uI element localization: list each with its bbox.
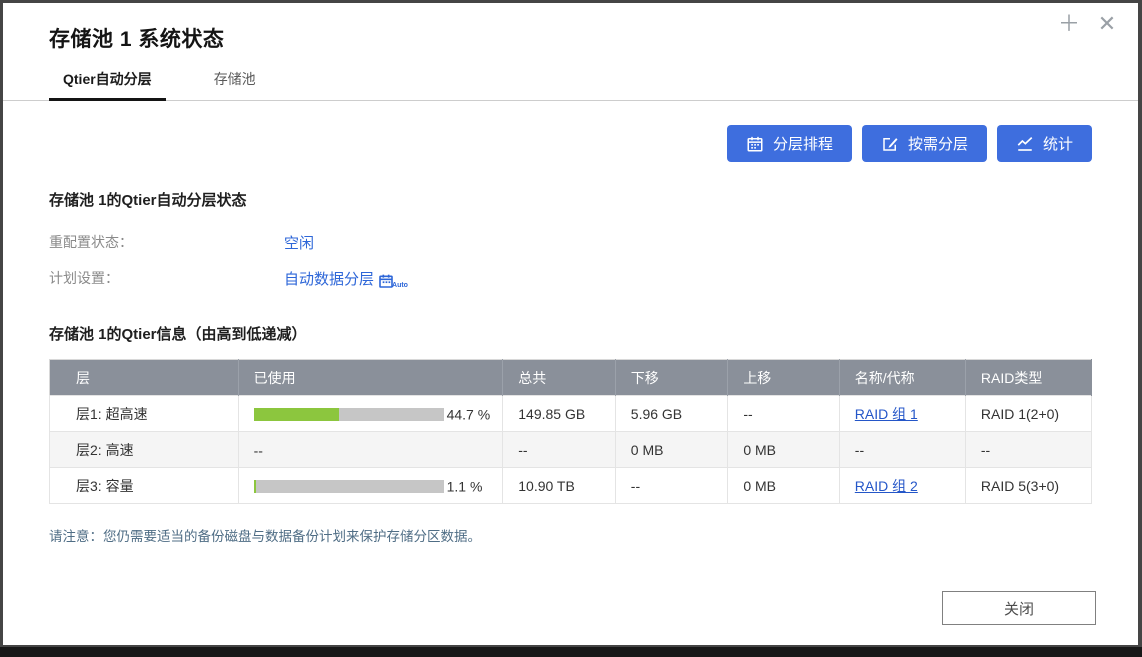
move-up-cell: 0 MB <box>728 432 839 468</box>
col-header-tier: 层 <box>50 360 239 396</box>
col-header-used: 已使用 <box>238 360 503 396</box>
tier-cell: 层2: 高速 <box>50 432 239 468</box>
raid-group-link: -- <box>855 442 864 458</box>
reconfig-status-value: 空闲 <box>284 232 314 253</box>
move-down-cell: 0 MB <box>615 432 728 468</box>
usage-progress-bar <box>254 480 444 493</box>
move-up-cell: -- <box>728 396 839 432</box>
usage-percent-label: 44.7 % <box>447 406 491 422</box>
raid-group-link[interactable]: RAID 组 1 <box>855 406 918 422</box>
col-header-name-alias: 名称/代称 <box>839 360 965 396</box>
window-controls: ＋ ✕ <box>1056 11 1120 37</box>
close-button[interactable]: 关闭 <box>942 591 1096 625</box>
line-chart-icon <box>1016 135 1034 153</box>
col-header-move-down: 下移 <box>615 360 728 396</box>
name-cell: -- <box>839 432 965 468</box>
plan-settings-value[interactable]: 自动数据分层 Auto <box>284 268 408 289</box>
edit-icon <box>881 135 899 153</box>
dialog-content: 分层排程 按需分层 统计 <box>3 125 1138 545</box>
tier-cell: 层3: 容量 <box>50 468 239 504</box>
name-cell: RAID 组 2 <box>839 468 965 504</box>
usage-progress-bar <box>254 408 444 421</box>
total-cell: 10.90 TB <box>503 468 616 504</box>
table-row-tier3: 层3: 容量 1.1 % 10.90 TB -- 0 MB RAID 组 2 R… <box>50 468 1092 504</box>
total-cell: -- <box>503 432 616 468</box>
plan-settings-link[interactable]: 自动数据分层 <box>284 268 374 289</box>
move-down-cell: 5.96 GB <box>615 396 728 432</box>
tier-info-table: 层 已使用 总共 下移 上移 名称/代称 RAID类型 层1: 超高速 44.7… <box>49 359 1092 504</box>
on-demand-tiering-label: 按需分层 <box>908 133 968 154</box>
total-cell: 149.85 GB <box>503 396 616 432</box>
usage-percent-label: 1.1 % <box>447 478 483 494</box>
raid-type-cell: RAID 5(3+0) <box>965 468 1091 504</box>
tab-qtier-auto-tiering[interactable]: Qtier自动分层 <box>49 69 166 101</box>
raid-type-cell: -- <box>965 432 1091 468</box>
statistics-label: 统计 <box>1043 133 1073 154</box>
used-cell: 44.7 % <box>238 396 503 432</box>
storage-pool-status-dialog: 存储池 1 系统状态 ＋ ✕ Qtier自动分层 存储池 <box>3 3 1138 645</box>
background-window-edge <box>0 647 1142 657</box>
statistics-button[interactable]: 统计 <box>997 125 1092 162</box>
move-up-cell: 0 MB <box>728 468 839 504</box>
page-title: 存储池 1 系统状态 <box>49 23 1092 53</box>
table-row-tier2: 层2: 高速 -- -- 0 MB 0 MB -- -- <box>50 432 1092 468</box>
backup-note: 请注意：您仍需要适当的备份磁盘与数据备份计划来保护存储分区数据。 <box>49 525 1092 545</box>
tiering-schedule-label: 分层排程 <box>773 133 833 154</box>
titlebar: 存储池 1 系统状态 ＋ ✕ <box>3 3 1138 53</box>
reconfig-status-row: 重配置状态： 空闲 <box>49 224 1092 260</box>
tab-storage-pool[interactable]: 存储池 <box>200 69 270 100</box>
qtier-status-heading: 存储池 1的Qtier自动分层状态 <box>49 189 1092 210</box>
table-header-row: 层 已使用 总共 下移 上移 名称/代称 RAID类型 <box>50 360 1092 396</box>
col-header-move-up: 上移 <box>728 360 839 396</box>
auto-badge-label: Auto <box>392 282 408 289</box>
on-demand-tiering-button[interactable]: 按需分层 <box>862 125 987 162</box>
tiering-schedule-button[interactable]: 分层排程 <box>727 125 852 162</box>
col-header-total: 总共 <box>503 360 616 396</box>
used-cell: -- <box>238 432 503 468</box>
calendar-auto-icon[interactable]: Auto <box>378 273 408 289</box>
calendar-icon <box>746 135 764 153</box>
qtier-info-heading: 存储池 1的Qtier信息（由高到低递减） <box>49 323 1092 344</box>
col-header-raid-type: RAID类型 <box>965 360 1091 396</box>
dialog-footer: 关闭 <box>942 591 1096 625</box>
name-cell: RAID 组 1 <box>839 396 965 432</box>
status-fields: 重配置状态： 空闲 计划设置： 自动数据分层 <box>49 224 1092 296</box>
table-row-tier1: 层1: 超高速 44.7 % 149.85 GB 5.96 GB -- RAID… <box>50 396 1092 432</box>
move-down-cell: -- <box>615 468 728 504</box>
float-window-icon[interactable]: ＋ <box>1056 11 1082 37</box>
tier-cell: 层1: 超高速 <box>50 396 239 432</box>
tab-bar: Qtier自动分层 存储池 <box>3 69 1138 101</box>
used-cell: 1.1 % <box>238 468 503 504</box>
raid-type-cell: RAID 1(2+0) <box>965 396 1091 432</box>
reconfig-status-label: 重配置状态： <box>49 232 284 252</box>
usage-progress-fill <box>254 408 339 421</box>
plan-settings-label: 计划设置： <box>49 268 284 288</box>
usage-percent-label: -- <box>254 442 263 458</box>
toolbar: 分层排程 按需分层 统计 <box>49 125 1092 162</box>
usage-progress-fill <box>254 480 256 493</box>
plan-settings-row: 计划设置： 自动数据分层 Auto <box>49 260 1092 296</box>
raid-group-link[interactable]: RAID 组 2 <box>855 478 918 494</box>
close-window-icon[interactable]: ✕ <box>1094 11 1120 37</box>
